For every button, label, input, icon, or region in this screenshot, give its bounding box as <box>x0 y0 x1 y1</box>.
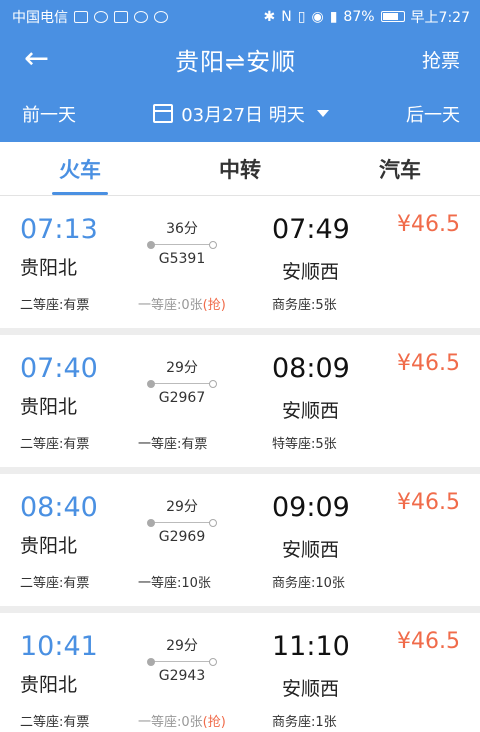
train-number: G2943 <box>158 668 206 684</box>
date-picker[interactable]: 03月27日 明天 <box>153 101 329 127</box>
train-card[interactable]: 08:40 贵阳北 29分 G2969 09:09 安顺西 ¥46.5 二等座:… <box>0 474 480 606</box>
prev-day-button[interactable]: 前一天 <box>22 101 76 127</box>
train-number: G2969 <box>158 529 206 545</box>
status-bar: 中国电信 ✱ N ▯ ◉ ▮ 87% 早上7:27 <box>0 0 480 33</box>
price: ¥46.5 <box>397 629 460 654</box>
end-dot-icon <box>209 519 217 527</box>
battery-percent: 87% <box>343 8 375 25</box>
departure-station: 贵阳北 <box>20 535 78 557</box>
back-arrow-icon[interactable]: ← <box>24 44 49 74</box>
nfc-icon: N <box>281 8 292 25</box>
briefcase-icon <box>114 10 128 23</box>
price: ¥46.5 <box>397 212 460 237</box>
train-card[interactable]: 07:40 贵阳北 29分 G2967 08:09 安顺西 ¥46.5 二等座:… <box>0 335 480 467</box>
battery-icon <box>380 11 405 22</box>
tab-bus-label: 汽车 <box>379 157 421 182</box>
seat-business-class: 商务座:10张 <box>272 576 345 591</box>
departure-station: 贵阳北 <box>20 674 78 696</box>
seat-first-class: 一等座:10张 <box>138 576 211 591</box>
header: ← 贵阳⇌安顺 抢票 <box>0 33 480 85</box>
start-dot-icon <box>147 241 155 249</box>
tab-transfer[interactable]: 中转 <box>160 142 320 195</box>
end-dot-icon <box>209 241 217 249</box>
arrival-station: 安顺西 <box>282 678 340 700</box>
start-dot-icon <box>147 658 155 666</box>
seat-second-class: 二等座:有票 <box>20 437 90 452</box>
route-line <box>147 380 217 388</box>
grab-ticket-button[interactable]: 抢票 <box>422 46 460 73</box>
tab-train[interactable]: 火车 <box>0 142 160 195</box>
end-dot-icon <box>209 380 217 388</box>
end-dot-icon <box>209 658 217 666</box>
arrival-time: 11:10 <box>272 631 350 662</box>
arrival-station: 安顺西 <box>282 539 340 561</box>
seat-second-class: 二等座:有票 <box>20 576 90 591</box>
status-right: ✱ N ▯ ◉ ▮ 87% 早上7:27 <box>264 7 470 27</box>
seat-business-class: 特等座:5张 <box>272 437 337 452</box>
signal-icon: ▮ <box>329 8 338 25</box>
arrival-time: 08:09 <box>272 353 350 384</box>
seat-business-class: 商务座:5张 <box>272 298 337 313</box>
train-card[interactable]: 10:41 贵阳北 29分 G2943 11:10 安顺西 ¥46.5 二等座:… <box>0 613 480 732</box>
train-card[interactable]: 07:13 贵阳北 36分 G5391 07:49 安顺西 ¥46.5 二等座:… <box>0 196 480 328</box>
departure-time: 10:41 <box>20 631 98 662</box>
message-icon <box>154 10 168 23</box>
wechat-icon <box>134 10 148 23</box>
departure-time: 08:40 <box>20 492 98 523</box>
start-dot-icon <box>147 380 155 388</box>
duration: 29分 <box>166 638 198 654</box>
route-line <box>147 658 217 666</box>
arrival-station: 安顺西 <box>282 400 340 422</box>
image-icon <box>74 10 88 23</box>
tab-train-label: 火车 <box>59 157 101 182</box>
start-dot-icon <box>147 519 155 527</box>
clock: 早上7:27 <box>410 9 470 26</box>
train-number: G2967 <box>158 390 206 406</box>
page-title: 贵阳⇌安顺 <box>175 47 297 76</box>
price: ¥46.5 <box>397 351 460 376</box>
transport-tabs: 火车 中转 汽车 <box>0 142 480 196</box>
arrival-time: 07:49 <box>272 214 350 245</box>
departure-time: 07:40 <box>20 353 98 384</box>
seat-first-class: 一等座:0张(抢) <box>138 715 226 730</box>
next-day-button[interactable]: 后一天 <box>406 101 460 127</box>
departure-time: 07:13 <box>20 214 98 245</box>
calendar-icon <box>153 104 174 123</box>
date-label: 03月27日 明天 <box>181 104 305 126</box>
train-list: 07:13 贵阳北 36分 G5391 07:49 安顺西 ¥46.5 二等座:… <box>0 196 480 732</box>
caret-down-icon <box>316 110 329 117</box>
tab-transfer-label: 中转 <box>219 157 261 182</box>
seat-second-class: 二等座:有票 <box>20 715 90 730</box>
train-number: G5391 <box>158 251 206 267</box>
carrier-label: 中国电信 <box>12 9 68 26</box>
price: ¥46.5 <box>397 490 460 515</box>
route-line <box>147 241 217 249</box>
seat-first-class: 一等座:0张(抢) <box>138 298 226 313</box>
duration: 29分 <box>166 360 198 376</box>
route-line <box>147 519 217 527</box>
status-left: 中国电信 <box>12 7 168 27</box>
location-icon <box>94 10 108 23</box>
seat-first-class: 一等座:有票 <box>138 437 208 452</box>
vibrate-icon: ▯ <box>297 8 306 25</box>
arrival-station: 安顺西 <box>282 261 340 283</box>
date-bar: 前一天 03月27日 明天 后一天 <box>0 85 480 142</box>
arrival-time: 09:09 <box>272 492 350 523</box>
bluetooth-icon: ✱ <box>263 8 276 25</box>
seat-second-class: 二等座:有票 <box>20 298 90 313</box>
departure-station: 贵阳北 <box>20 257 78 279</box>
seat-business-class: 商务座:1张 <box>272 715 337 730</box>
eye-icon: ◉ <box>311 8 324 25</box>
duration: 36分 <box>166 221 198 237</box>
duration: 29分 <box>166 499 198 515</box>
tab-bus[interactable]: 汽车 <box>320 142 480 195</box>
departure-station: 贵阳北 <box>20 396 78 418</box>
